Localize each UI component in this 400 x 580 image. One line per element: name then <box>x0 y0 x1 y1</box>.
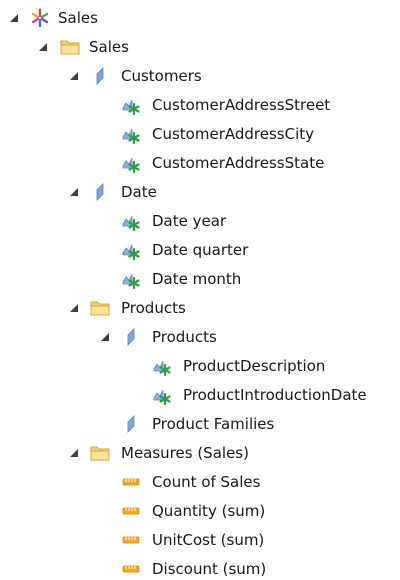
tree-node-attribute[interactable]: Date year <box>0 207 400 236</box>
cube-icon <box>29 7 51 29</box>
tree-node-attribute[interactable]: Date month <box>0 265 400 294</box>
tree-node-attribute[interactable]: CustomerAddressStreet <box>0 91 400 120</box>
tree-node-products-folder[interactable]: Products <box>0 294 400 323</box>
attribute-icon <box>120 123 142 145</box>
tree-node-label: Measures (Sales) <box>121 444 249 462</box>
attribute-icon <box>151 384 173 406</box>
tree-node-label: UnitCost (sum) <box>152 531 265 549</box>
tree-node-date[interactable]: Date <box>0 178 400 207</box>
tree-node-measures-folder[interactable]: Measures (Sales) <box>0 439 400 468</box>
tree-node-label: Date quarter <box>152 241 249 259</box>
tree-node-sales-folder[interactable]: Sales <box>0 33 400 62</box>
tree-node-label: Sales <box>89 38 129 56</box>
tree-node-measure[interactable]: Count of Sales <box>0 468 400 497</box>
tree-node-label: Date month <box>152 270 242 288</box>
folder-icon <box>89 442 111 464</box>
tree-node-label: Count of Sales <box>152 473 261 491</box>
tree-node-measure[interactable]: Discount (sum) <box>0 555 400 579</box>
tree-node-products[interactable]: Products <box>0 323 400 352</box>
attribute-icon <box>120 210 142 232</box>
tree-node-customers[interactable]: Customers <box>0 62 400 91</box>
attribute-icon <box>151 355 173 377</box>
attribute-icon <box>120 268 142 290</box>
collapse-toggle-icon[interactable] <box>37 41 49 53</box>
collapse-toggle-icon[interactable] <box>68 447 80 459</box>
dimension-icon <box>120 326 142 348</box>
tree-node-measure[interactable]: UnitCost (sum) <box>0 526 400 555</box>
attribute-icon <box>120 152 142 174</box>
dimension-icon <box>89 65 111 87</box>
tree-node-label: ProductDescription <box>183 357 326 375</box>
tree-node-product-families[interactable]: Product Families <box>0 410 400 439</box>
tree-node-sales-cube[interactable]: Sales <box>0 4 400 33</box>
tree-node-label: CustomerAddressCity <box>152 125 314 143</box>
tree-node-label: Products <box>121 299 186 317</box>
tree-node-label: Customers <box>121 67 202 85</box>
attribute-icon <box>120 94 142 116</box>
collapse-toggle-icon[interactable] <box>99 331 111 343</box>
tree-node-label: CustomerAddressStreet <box>152 96 331 114</box>
measure-icon <box>120 471 142 493</box>
tree-node-attribute[interactable]: ProductIntroductionDate <box>0 381 400 410</box>
tree-node-label: Discount (sum) <box>152 560 267 578</box>
collapse-toggle-icon[interactable] <box>68 302 80 314</box>
tree-node-label: Quantity (sum) <box>152 502 266 520</box>
dimension-icon <box>120 413 142 435</box>
tree-node-label: ProductIntroductionDate <box>183 386 367 404</box>
collapse-toggle-icon[interactable] <box>8 12 20 24</box>
measure-icon <box>120 529 142 551</box>
measure-icon <box>120 558 142 580</box>
tree-node-measure[interactable]: Quantity (sum) <box>0 497 400 526</box>
dimension-icon <box>89 181 111 203</box>
tree-node-label: CustomerAddressState <box>152 154 325 172</box>
tree-node-attribute[interactable]: CustomerAddressCity <box>0 120 400 149</box>
collapse-toggle-icon[interactable] <box>68 186 80 198</box>
folder-icon <box>89 297 111 319</box>
attribute-icon <box>120 239 142 261</box>
tree-node-attribute[interactable]: ProductDescription <box>0 352 400 381</box>
tree-node-label: Date year <box>152 212 227 230</box>
tree-node-label: Date <box>121 183 157 201</box>
measure-icon <box>120 500 142 522</box>
tree-node-label: Products <box>152 328 217 346</box>
tree-node-label: Product Families <box>152 415 275 433</box>
tree-node-attribute[interactable]: CustomerAddressState <box>0 149 400 178</box>
tree-node-label: Sales <box>58 9 98 27</box>
folder-icon <box>59 36 81 58</box>
tree-view: Sales Sales Customers CustomerAddressStr… <box>0 0 400 579</box>
collapse-toggle-icon[interactable] <box>68 70 80 82</box>
tree-node-attribute[interactable]: Date quarter <box>0 236 400 265</box>
